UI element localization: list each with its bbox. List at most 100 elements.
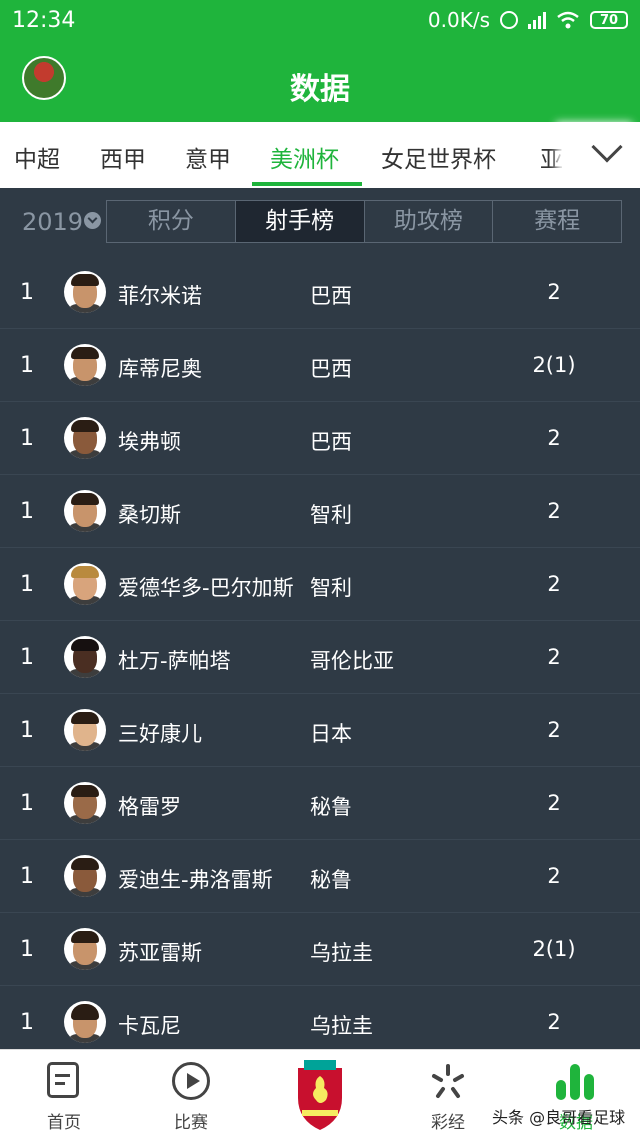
list-item[interactable]: 1 爱德华多-巴尔加斯 智利 2 — [0, 548, 640, 621]
player-name: 桑切斯 — [118, 503, 181, 527]
status-time: 12:34 — [12, 8, 76, 33]
player-name: 埃弗顿 — [118, 430, 181, 454]
player-avatar — [64, 1001, 106, 1043]
player-avatar — [64, 782, 106, 824]
player-goals: 2 — [547, 280, 561, 304]
player-avatar — [64, 636, 106, 678]
player-rank: 1 — [20, 280, 34, 305]
player-team: 巴西 — [310, 284, 352, 308]
player-name: 爱迪生-弗洛雷斯 — [118, 868, 273, 892]
player-goals: 2 — [547, 1010, 561, 1034]
player-rank: 1 — [20, 1010, 34, 1035]
tab-asia[interactable]: 亚 — [540, 140, 563, 174]
chevron-down-icon[interactable] — [591, 131, 623, 163]
nav-home[interactable]: 首页 — [14, 1050, 114, 1138]
tab-laliga[interactable]: 西甲 — [100, 140, 146, 174]
player-avatar — [64, 928, 106, 970]
player-name: 卡瓦尼 — [118, 1014, 181, 1038]
list-item[interactable]: 1 格雷罗 秘鲁 2 — [0, 767, 640, 840]
player-name: 三好康儿 — [118, 722, 202, 746]
play-icon[interactable] — [172, 1062, 210, 1100]
player-name: 爱德华多-巴尔加斯 — [118, 576, 294, 600]
player-name: 菲尔米诺 — [118, 284, 202, 308]
player-team: 巴西 — [310, 357, 352, 381]
player-rank: 1 — [20, 499, 34, 524]
player-goals: 2 — [547, 864, 561, 888]
player-name: 库蒂尼奥 — [118, 357, 202, 381]
list-item[interactable]: 1 桑切斯 智利 2 — [0, 475, 640, 548]
tab-serie-a[interactable]: 意甲 — [185, 140, 231, 174]
app-bar: 数据 — [0, 44, 640, 122]
player-rank: 1 — [20, 572, 34, 597]
player-goals: 2(1) — [532, 937, 576, 961]
player-team: 乌拉圭 — [310, 1014, 373, 1038]
player-rank: 1 — [20, 937, 34, 962]
battery-icon: 70 — [590, 11, 628, 29]
tab-schedule[interactable]: 赛程 — [493, 201, 621, 242]
player-rank: 1 — [20, 791, 34, 816]
bar-chart-icon[interactable] — [554, 1064, 596, 1100]
alarm-icon — [500, 11, 518, 29]
player-avatar — [64, 417, 106, 459]
page-title: 数据 — [290, 72, 350, 107]
nav-label: 比赛 — [174, 1113, 208, 1133]
nav-matches[interactable]: 比赛 — [141, 1050, 241, 1138]
player-rank: 1 — [20, 718, 34, 743]
player-avatar — [64, 344, 106, 386]
chevron-down-icon[interactable] — [84, 212, 101, 229]
tab-copa-america[interactable]: 美洲杯 — [270, 140, 339, 174]
player-goals: 2 — [547, 426, 561, 450]
list-item[interactable]: 1 库蒂尼奥 巴西 2(1) — [0, 329, 640, 402]
player-goals: 2 — [547, 572, 561, 596]
player-goals: 2(1) — [532, 353, 576, 377]
active-tab-indicator — [252, 182, 362, 186]
nav-lottery[interactable]: 彩经 — [398, 1050, 498, 1138]
player-rank: 1 — [20, 353, 34, 378]
list-item[interactable]: 1 杜万-萨帕塔 哥伦比亚 2 — [0, 621, 640, 694]
player-goals: 2 — [547, 499, 561, 523]
list-item[interactable]: 1 埃弗顿 巴西 2 — [0, 402, 640, 475]
player-name: 苏亚雷斯 — [118, 941, 202, 965]
tab-top-assists[interactable]: 助攻榜 — [365, 201, 494, 242]
status-icons: 0.0K/s 70 — [428, 8, 628, 32]
tab-csl[interactable]: 中超 — [14, 140, 60, 174]
player-name: 格雷罗 — [118, 795, 181, 819]
player-team: 哥伦比亚 — [310, 649, 394, 673]
league-tabs: 中超 西甲 意甲 美洲杯 女足世界杯 亚 — [0, 122, 640, 188]
player-avatar — [64, 490, 106, 532]
wifi-icon — [557, 11, 579, 29]
player-team: 乌拉圭 — [310, 941, 373, 965]
tabs-expand-button[interactable] — [564, 122, 640, 188]
player-team: 巴西 — [310, 430, 352, 454]
liverpool-crest-icon[interactable] — [294, 1058, 346, 1132]
list-item[interactable]: 1 苏亚雷斯 乌拉圭 2(1) — [0, 913, 640, 986]
segmented-control: 积分 射手榜 助攻榜 赛程 — [106, 200, 622, 243]
signal-icon — [528, 11, 546, 29]
player-team: 秘鲁 — [310, 795, 352, 819]
status-bar: 12:34 0.0K/s 70 — [0, 0, 640, 44]
tab-top-scorers[interactable]: 射手榜 — [235, 201, 365, 242]
player-goals: 2 — [547, 645, 561, 669]
player-avatar — [64, 271, 106, 313]
player-team: 日本 — [310, 722, 352, 746]
tab-womens-world-cup[interactable]: 女足世界杯 — [381, 140, 496, 174]
player-goals: 2 — [547, 718, 561, 742]
list-item[interactable]: 1 三好康儿 日本 2 — [0, 694, 640, 767]
player-rank: 1 — [20, 426, 34, 451]
list-item[interactable]: 1 爱迪生-弗洛雷斯 秘鲁 2 — [0, 840, 640, 913]
document-icon[interactable] — [47, 1062, 79, 1098]
player-avatar — [64, 709, 106, 751]
player-name: 杜万-萨帕塔 — [118, 649, 231, 673]
lottery-icon[interactable] — [428, 1062, 468, 1102]
nav-label: 彩经 — [431, 1113, 465, 1133]
sub-tabs-bar: 2019 积分 射手榜 助攻榜 赛程 — [0, 188, 640, 256]
player-team: 智利 — [310, 576, 352, 600]
player-goals: 2 — [547, 791, 561, 815]
scorer-list: 1 菲尔米诺 巴西 2 1 库蒂尼奥 巴西 2(1) 1 埃弗顿 巴西 2 1 … — [0, 256, 640, 1059]
player-avatar — [64, 855, 106, 897]
tab-standings[interactable]: 积分 — [107, 201, 236, 242]
list-item[interactable]: 1 菲尔米诺 巴西 2 — [0, 256, 640, 329]
player-rank: 1 — [20, 864, 34, 889]
player-team: 智利 — [310, 503, 352, 527]
season-selector[interactable]: 2019 — [22, 208, 83, 236]
